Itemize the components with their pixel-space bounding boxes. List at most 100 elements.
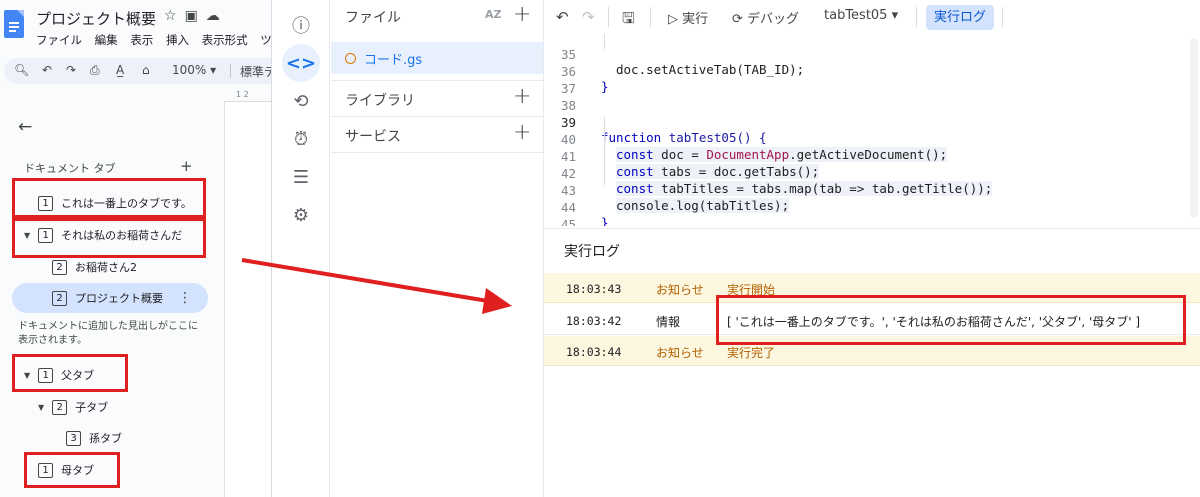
add-service-icon[interactable]: +	[513, 120, 531, 145]
tab-item-child[interactable]: ▼ 2 子タブ	[38, 392, 138, 422]
menu-view[interactable]: 表示	[130, 33, 153, 47]
sort-az-icon[interactable]: AZ	[485, 8, 502, 21]
save-icon[interactable]: 🖫	[622, 8, 635, 33]
tab-number-icon: 2	[52, 259, 67, 275]
log-time: 18:03:42	[566, 314, 622, 328]
execution-log-title: 実行ログ	[564, 244, 620, 260]
indent-guide	[604, 117, 605, 185]
log-message: 実行完了	[727, 346, 776, 360]
annotation-box	[12, 178, 206, 218]
tab-label: 孫タブ	[89, 432, 122, 445]
function-select[interactable]: tabTest05 ▾	[824, 8, 898, 23]
menu-insert[interactable]: 挿入	[166, 33, 189, 47]
code-line: 41 const tabs = doc.getTabs();	[544, 134, 1200, 179]
editor-toolbar: ↶ ↷ 🖫 ▷ 実行 ⟳ デバッグ tabTest05 ▾ 実行ログ	[544, 0, 1200, 34]
code-line: 43 console.log(tabTitles);	[544, 168, 1200, 213]
libraries-heading: ライブラリ	[345, 93, 415, 109]
divider	[331, 152, 543, 153]
docs-pane: プロジェクト概要 ☆▣☁ ファイル 編集 表示 挿入 表示形式 ツー 🔍︎ ↶ …	[0, 0, 272, 497]
executions-list-icon[interactable]: ☰	[282, 158, 320, 196]
log-time: 18:03:44	[566, 345, 622, 359]
menu-file[interactable]: ファイル	[36, 33, 82, 47]
paint-format-icon[interactable]: ⌂	[142, 63, 150, 77]
cloud-status-icon[interactable]: ☁	[206, 8, 228, 24]
add-library-icon[interactable]: +	[513, 84, 531, 109]
redo-icon[interactable]: ↷	[582, 8, 595, 26]
code-editor-area: ↶ ↷ 🖫 ▷ 実行 ⟳ デバッグ tabTest05 ▾ 実行ログ 35 do…	[544, 0, 1200, 497]
code-line: 38	[544, 83, 1200, 113]
debug-button[interactable]: ⟳ デバッグ	[732, 8, 799, 27]
docs-header: プロジェクト概要 ☆▣☁ ファイル 編集 表示 挿入 表示形式 ツー	[0, 0, 271, 56]
tab-item-project-overview[interactable]: 2 プロジェクト概要 ⋮	[12, 283, 208, 313]
docs-toolbar: 🔍︎ ↶ ↷ ⎙ A̲ ⌂ 100% ▾ 標準テ	[4, 58, 271, 84]
star-icon[interactable]: ☆	[164, 8, 185, 24]
execution-log-button[interactable]: 実行ログ	[926, 5, 995, 30]
move-folder-icon[interactable]: ▣	[185, 8, 206, 24]
annotation-arrow	[241, 258, 512, 314]
toolbar-divider	[608, 7, 609, 27]
menu-tools[interactable]: ツー	[260, 33, 271, 47]
annotation-box	[24, 452, 120, 488]
tab-number-icon: 2	[52, 290, 67, 306]
run-button[interactable]: ▷ 実行	[668, 8, 708, 27]
title-icons: ☆▣☁	[164, 8, 228, 24]
toolbar-divider	[916, 7, 917, 27]
toolbar-divider	[230, 64, 231, 78]
overview-info-icon[interactable]: ⓘ	[282, 6, 320, 44]
style-select[interactable]: 標準テ	[240, 63, 271, 80]
toolbar-divider	[1002, 7, 1003, 27]
document-title[interactable]: プロジェクト概要	[36, 8, 156, 29]
settings-gear-icon[interactable]: ⚙	[282, 196, 320, 234]
tab-label: お稲荷さん2	[75, 261, 137, 274]
code-line: 39 function tabTest05() {	[544, 100, 1200, 145]
code-line: 36 }	[544, 49, 1200, 94]
debug-label: デバッグ	[747, 12, 800, 27]
divider	[331, 116, 543, 117]
tab-number-icon: 2	[52, 399, 68, 415]
annotation-box	[12, 354, 128, 392]
print-icon[interactable]: ⎙	[90, 63, 100, 78]
code-line: 44 }	[544, 185, 1200, 226]
arrow-shaft	[241, 258, 495, 304]
screenshot-root: プロジェクト概要 ☆▣☁ ファイル 編集 表示 挿入 表示形式 ツー 🔍︎ ↶ …	[0, 0, 1200, 497]
run-label: 実行	[682, 12, 709, 27]
more-vert-icon[interactable]: ⋮	[178, 290, 192, 306]
tab-number-icon: 3	[66, 430, 81, 446]
docs-menu-bar: ファイル 編集 表示 挿入 表示形式 ツー	[36, 32, 271, 48]
code-line: 45	[544, 202, 1200, 226]
search-menus-icon[interactable]: 🔍︎	[14, 63, 29, 77]
menu-edit[interactable]: 編集	[95, 33, 118, 47]
apps-script-rail: ⓘ <> ⟲ ⏰︎ ☰ ⚙	[272, 0, 330, 497]
code-line: 40 const doc = DocumentApp.getActiveDocu…	[544, 117, 1200, 162]
undo-icon[interactable]: ↶	[42, 63, 52, 77]
log-level: 情報	[656, 315, 681, 329]
toolbar-divider	[650, 7, 651, 27]
tab-label: 子タブ	[75, 401, 109, 414]
tab-item-grandchild[interactable]: 3 孫タブ	[66, 423, 166, 453]
ruler-marks: 1 2	[236, 90, 249, 99]
add-file-icon[interactable]: +	[513, 2, 531, 27]
indent-guide	[604, 34, 605, 49]
undo-icon[interactable]: ↶	[556, 8, 569, 26]
redo-icon[interactable]: ↷	[66, 63, 76, 77]
code-line: 37	[544, 66, 1200, 96]
zoom-select[interactable]: 100% ▾	[172, 63, 216, 77]
menu-format[interactable]: 表示形式	[202, 33, 248, 47]
triggers-alarm-icon[interactable]: ⏰︎	[282, 120, 320, 158]
code-lines[interactable]: 35 doc.setActiveTab(TAB_ID); 36 } 37 38 …	[544, 34, 1200, 226]
expand-triangle-icon[interactable]: ▼	[38, 403, 44, 412]
back-arrow-icon[interactable]: ←	[18, 117, 32, 137]
editor-code-icon[interactable]: <>	[282, 44, 320, 82]
tabs-heading: ドキュメント タブ	[24, 162, 116, 175]
code-line: 46	[544, 219, 1200, 226]
code-line: 42 const tabTitles = tabs.map(tab => tab…	[544, 151, 1200, 196]
files-heading: ファイル	[345, 10, 401, 26]
history-icon[interactable]: ⟲	[282, 82, 320, 120]
tab-label: プロジェクト概要	[75, 292, 163, 305]
services-heading: サービス	[345, 129, 401, 145]
add-tab-icon[interactable]: +	[180, 157, 193, 175]
code-scrollbar[interactable]	[1190, 38, 1198, 218]
docs-logo-icon[interactable]	[4, 10, 24, 38]
file-item-code-gs[interactable]: コード.gs	[331, 42, 543, 74]
spellcheck-icon[interactable]: A̲	[116, 63, 124, 77]
